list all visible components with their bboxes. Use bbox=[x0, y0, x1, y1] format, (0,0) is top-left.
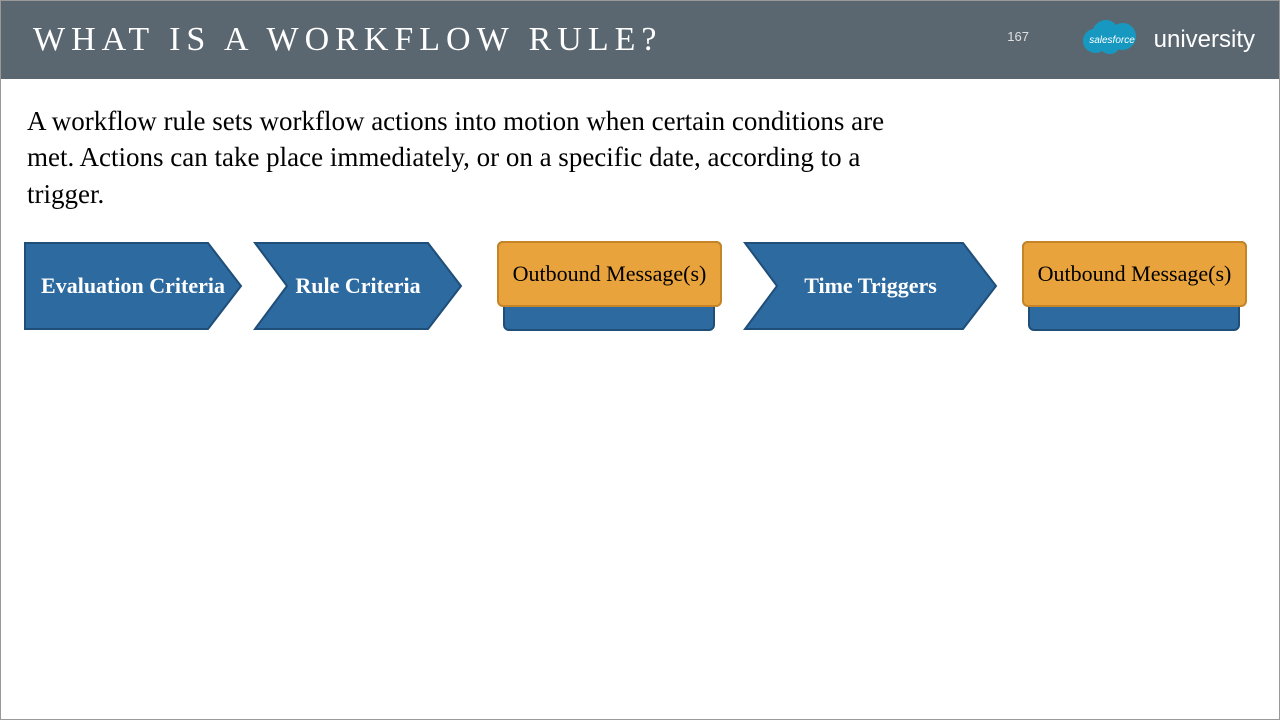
page-number: 167 bbox=[1007, 29, 1029, 44]
step-label: Evaluation Criteria bbox=[35, 273, 231, 298]
slide-description: A workflow rule sets workflow actions in… bbox=[27, 103, 887, 212]
step-label: Time Triggers bbox=[798, 273, 943, 298]
step-label: Rule Criteria bbox=[289, 273, 426, 298]
step-rule-criteria: Rule Criteria bbox=[253, 241, 463, 331]
brand-logo: salesforce university bbox=[1076, 15, 1255, 65]
salesforce-cloud-icon: salesforce bbox=[1076, 15, 1148, 65]
slide: WHAT IS A WORKFLOW RULE? 167 salesforce … bbox=[0, 0, 1280, 720]
slide-title: WHAT IS A WORKFLOW RULE? bbox=[33, 21, 662, 59]
action-outbound-messages: Outbound Message(s) bbox=[497, 241, 722, 307]
action-outbound-messages: Outbound Message(s) bbox=[1022, 241, 1247, 307]
slide-body: A workflow rule sets workflow actions in… bbox=[1, 79, 1279, 212]
step-evaluation-criteria: Evaluation Criteria bbox=[23, 241, 243, 331]
slide-header: WHAT IS A WORKFLOW RULE? 167 salesforce … bbox=[1, 1, 1279, 79]
step-time-triggers: Time Triggers bbox=[743, 241, 998, 331]
brand-text: university bbox=[1154, 26, 1255, 54]
cloud-text: salesforce bbox=[1089, 35, 1135, 46]
